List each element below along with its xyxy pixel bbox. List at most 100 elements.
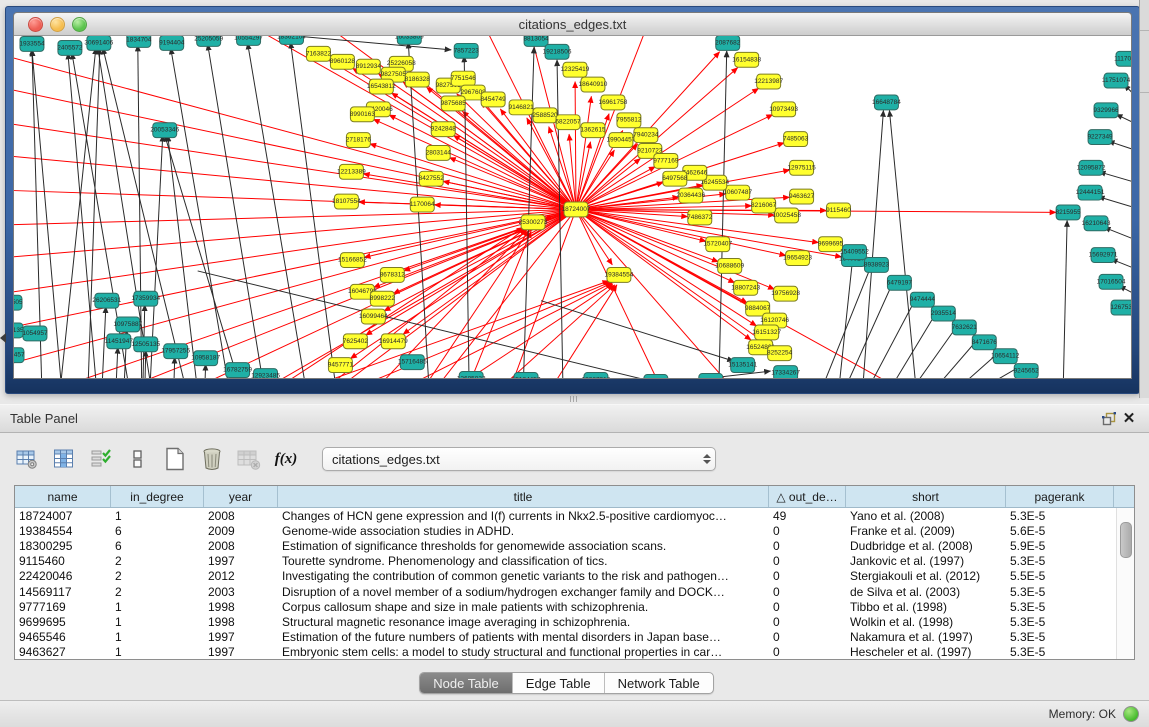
graph-node[interactable]: 15409552 (840, 245, 869, 260)
table-cell[interactable]: 9463627 (15, 645, 111, 659)
graph-node[interactable]: 16543812 (367, 79, 396, 94)
graph-edge[interactable] (171, 48, 230, 378)
table-row[interactable]: 946362711997Embryonic stem cells: a mode… (15, 645, 1116, 659)
graph-node[interactable]: 17359934 (131, 291, 160, 306)
network-window-titlebar[interactable]: citations_edges.txt (14, 13, 1131, 36)
graph-node[interactable]: 11751074 (1102, 73, 1131, 88)
table-cell[interactable]: 18300295 (15, 539, 111, 553)
table-cell[interactable]: 2 (111, 569, 204, 583)
graph-edge[interactable] (1098, 197, 1131, 207)
table-cell[interactable]: 1 (111, 509, 204, 523)
tab-network-table[interactable]: Network Table (604, 673, 713, 693)
graph-node[interactable]: 8678312 (380, 267, 406, 282)
graph-node[interactable]: 26206531 (92, 293, 121, 308)
graph-edge[interactable] (889, 110, 916, 378)
graph-node[interactable]: 7940234 (633, 128, 659, 143)
graph-node[interactable]: 18640910 (579, 77, 608, 92)
table-row[interactable]: 977716911998Corpus callosum shape and si… (15, 599, 1116, 614)
graph-node[interactable]: 15716485 (398, 355, 427, 370)
table-cell[interactable]: Estimation of significance thresholds fo… (278, 539, 769, 553)
table-cell[interactable]: 9115460 (15, 554, 111, 568)
graph-node[interactable]: 2405572 (57, 40, 83, 55)
table-panel-titlebar[interactable]: Table Panel ✕ (0, 404, 1149, 433)
graph-node[interactable]: 7486372 (687, 210, 713, 225)
graph-node[interactable]: 12975115 (787, 160, 816, 175)
table-cell[interactable]: 1 (111, 645, 204, 659)
graph-edge[interactable] (839, 260, 853, 378)
table-cell[interactable]: Structural magnetic resonance image aver… (278, 615, 769, 629)
graph-node[interactable]: 9146821 (508, 100, 534, 115)
table-row[interactable]: 1830029562008Estimation of significance … (15, 538, 1116, 553)
graph-node[interactable]: 25300273 (519, 215, 548, 230)
table-cell[interactable]: 2008 (204, 509, 278, 523)
table-cell[interactable]: Hescheler et al. (1997) (846, 645, 1006, 659)
table-row[interactable]: 1456911722003Disruption of a novel membe… (15, 584, 1116, 599)
table-cell[interactable]: 0 (769, 569, 846, 583)
graph-node[interactable]: 1267535 (1110, 300, 1131, 315)
graph-node[interactable]: 17957255 (161, 344, 190, 359)
table-cell[interactable]: 0 (769, 524, 846, 538)
graph-node[interactable]: 2588520 (532, 108, 558, 123)
graph-node[interactable]: 9463627 (789, 189, 815, 204)
graph-node[interactable]: 9245652 (1014, 364, 1040, 378)
graph-node[interactable]: 19654923 (783, 251, 812, 266)
table-cell[interactable]: 1 (111, 630, 204, 644)
graph-node[interactable]: 11451947 (105, 334, 134, 349)
graph-node[interactable]: 18807243 (731, 280, 760, 295)
graph-node[interactable]: 10654112 (991, 349, 1020, 364)
table-cell[interactable]: 2012 (204, 569, 278, 583)
graph-node[interactable]: 11170545 (1114, 51, 1131, 66)
graph-edge[interactable] (576, 96, 591, 209)
graph-node[interactable]: 15692971 (1089, 248, 1118, 263)
column-header-year[interactable]: year (204, 486, 278, 507)
table-cell[interactable]: 2008 (204, 539, 278, 553)
graph-edge[interactable] (205, 364, 206, 378)
graph-node[interactable]: 18724007 (562, 202, 591, 217)
graph-node[interactable]: 16961758 (599, 95, 628, 110)
table-cell[interactable]: 5.3E-5 (1006, 585, 1114, 599)
table-cell[interactable]: 9465546 (15, 630, 111, 644)
table-cell[interactable]: 9777169 (15, 600, 111, 614)
graph-edge[interactable] (116, 347, 118, 378)
graph-node[interactable]: 1933554 (19, 36, 45, 51)
graph-node[interactable]: 9777169 (653, 153, 679, 168)
graph-node[interactable]: 16210643 (1082, 216, 1111, 231)
graph-node[interactable]: 6497568 (662, 171, 688, 186)
graph-node[interactable]: 9474444 (910, 292, 936, 307)
graph-node[interactable]: 16099464 (359, 309, 388, 324)
graph-node[interactable]: 8216067 (751, 198, 777, 213)
graph-node[interactable]: 9875685 (441, 96, 467, 111)
table-cell[interactable]: 0 (769, 615, 846, 629)
column-header-name[interactable]: name (15, 486, 111, 507)
table-cell[interactable]: Genome-wide association studies in ADHD. (278, 524, 769, 538)
graph-node[interactable]: 10975887 (113, 317, 142, 332)
graph-edge[interactable] (14, 209, 576, 225)
graph-edge[interactable] (174, 357, 175, 378)
graph-node[interactable]: 7751546 (451, 71, 477, 86)
graph-node[interactable]: 8215955 (1056, 205, 1082, 220)
table-settings-icon[interactable] (14, 446, 40, 472)
column-header-short[interactable]: short (846, 486, 1006, 507)
table-cell[interactable]: 14569117 (15, 585, 111, 599)
graph-node[interactable]: 6479197 (887, 275, 913, 290)
graph-node[interactable]: 10554297 (234, 36, 263, 45)
table-cell[interactable]: 18724007 (15, 509, 111, 523)
graph-node[interactable]: 25205059 (194, 36, 223, 46)
table-cell[interactable]: Estimation of the future numbers of pati… (278, 630, 769, 644)
table-cell[interactable]: Stergiakouli et al. (2012) (846, 569, 1006, 583)
table-cell[interactable]: 0 (769, 585, 846, 599)
table-cell[interactable]: 19384554 (15, 524, 111, 538)
close-window-button[interactable] (28, 17, 43, 32)
table-cell[interactable]: 0 (769, 645, 846, 659)
table-cell[interactable]: 5.3E-5 (1006, 509, 1114, 523)
graph-node[interactable]: 9227349 (1087, 130, 1113, 145)
graph-edge[interactable] (496, 285, 615, 378)
graph-node[interactable]: 8813054 (523, 36, 549, 46)
graph-node[interactable]: 7632621 (952, 320, 978, 335)
table-cell[interactable]: 22420046 (15, 569, 111, 583)
table-row[interactable]: 946554611997Estimation of the future num… (15, 630, 1116, 645)
table-cell[interactable]: 1 (111, 600, 204, 614)
graph-node[interactable]: 2803144 (426, 146, 452, 161)
panel-collapse-arrow-icon[interactable] (0, 333, 6, 343)
table-cell[interactable]: Embryonic stem cells: a model to study s… (278, 645, 769, 659)
